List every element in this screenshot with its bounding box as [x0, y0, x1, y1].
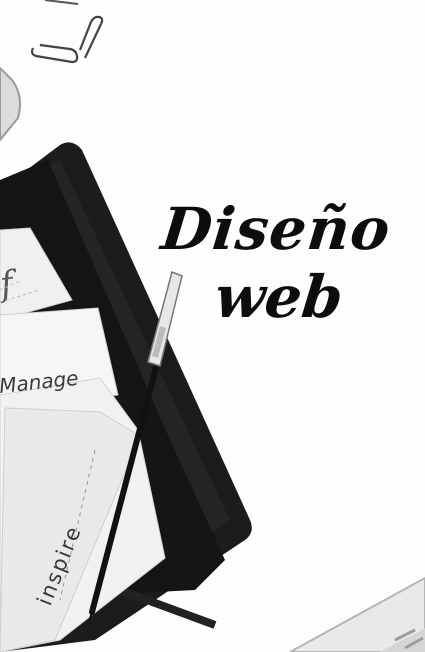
phone — [0, 66, 21, 142]
page-title: Diseño web — [143, 195, 401, 331]
paperclip-icon — [78, 15, 104, 59]
hero-image: f Manage inspire Diseño web — [0, 0, 425, 652]
paperclip-icon — [30, 43, 79, 64]
paperclip-icon — [44, 0, 79, 5]
keyboard — [289, 576, 425, 652]
title-line-1: Diseño — [158, 195, 395, 263]
title-line-2: web — [211, 263, 347, 331]
